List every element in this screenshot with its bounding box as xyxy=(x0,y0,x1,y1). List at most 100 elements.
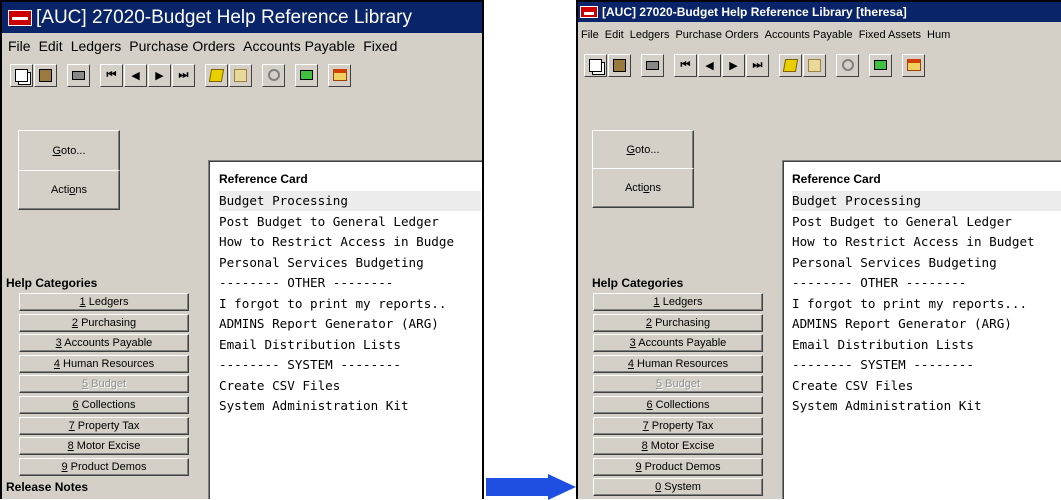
print-icon[interactable] xyxy=(67,63,90,87)
menu-item-file[interactable]: File xyxy=(580,29,604,41)
category-button-product-demos[interactable]: 9 Product Demos xyxy=(19,457,189,476)
reference-list-item[interactable]: Email Distribution Lists xyxy=(792,335,1061,355)
category-label: Budget xyxy=(88,378,127,391)
search-icon[interactable] xyxy=(262,63,285,87)
edit-icon[interactable] xyxy=(205,63,228,87)
reference-list-item[interactable]: System Administration Kit xyxy=(219,396,481,416)
goto-button[interactable]: Goto... xyxy=(592,130,694,170)
edit-disabled-icon[interactable] xyxy=(803,53,826,77)
menu-item-fixed[interactable]: Fixed xyxy=(361,38,403,54)
home-icon[interactable] xyxy=(902,53,925,77)
category-label: Budget xyxy=(662,378,701,391)
category-button-property-tax[interactable]: 7 Property Tax xyxy=(19,416,189,435)
reference-list-item[interactable]: System Administration Kit xyxy=(792,396,1061,416)
excel-icon-glyph xyxy=(300,70,313,80)
paste-icon-glyph xyxy=(39,68,52,82)
category-button-purchasing[interactable]: 2 Purchasing xyxy=(19,313,189,332)
excel-icon[interactable] xyxy=(295,63,318,87)
menu-item-ledgers[interactable]: Ledgers xyxy=(629,29,675,41)
menu-item-accounts-payable[interactable]: Accounts Payable xyxy=(764,29,858,41)
excel-icon[interactable] xyxy=(869,53,892,77)
actions-button[interactable]: Actions xyxy=(18,170,120,210)
category-button-motor-excise[interactable]: 8 Motor Excise xyxy=(593,437,763,456)
search-icon[interactable] xyxy=(836,53,859,77)
title-bar: [AUC] 27020-Budget Help Reference Librar… xyxy=(2,2,482,33)
reference-list-item[interactable]: I forgot to print my reports.. xyxy=(219,294,481,314)
reference-list-item[interactable]: I forgot to print my reports... xyxy=(792,294,1061,314)
home-icon-glyph xyxy=(332,69,347,81)
category-button-property-tax[interactable]: 7 Property Tax xyxy=(593,416,763,435)
edit-icon[interactable] xyxy=(779,53,802,77)
menu-item-purchase-orders[interactable]: Purchase Orders xyxy=(127,38,241,54)
previous-record-icon[interactable]: ◀ xyxy=(124,63,147,87)
reference-list-item[interactable]: ADMINS Report Generator (ARG) xyxy=(792,314,1061,334)
reference-list-item[interactable]: Personal Services Budgeting xyxy=(792,253,1061,273)
reference-list-item[interactable]: How to Restrict Access in Budge xyxy=(219,232,481,252)
category-button-budget: 5 Budget xyxy=(593,375,763,394)
first-record-icon[interactable]: ⏮ xyxy=(674,53,697,77)
reference-list-item[interactable]: -------- OTHER -------- xyxy=(219,273,481,293)
reference-list-item[interactable]: Post Budget to General Ledger xyxy=(219,212,481,232)
help-categories-heading: Help Categories xyxy=(6,276,98,290)
category-button-human-resources[interactable]: 4 Human Resources xyxy=(593,354,763,373)
menu-bar: File Edit Ledgers Purchase Orders Accounts P… xyxy=(578,22,1061,48)
category-button-collections[interactable]: 6 Collections xyxy=(19,396,189,414)
category-button-accounts-payable[interactable]: 3 Accounts Payable xyxy=(593,334,763,353)
edit-disabled-icon[interactable] xyxy=(229,63,252,87)
category-button-collections[interactable]: 6 Collections xyxy=(593,396,763,414)
paste-icon[interactable] xyxy=(608,53,631,77)
menu-item-edit[interactable]: Edit xyxy=(37,38,69,54)
copy-icon[interactable] xyxy=(10,63,33,87)
category-button-accounts-payable[interactable]: 3 Accounts Payable xyxy=(19,334,189,353)
menu-item-purchase-orders[interactable]: Purchase Orders xyxy=(674,29,763,41)
print-icon-glyph xyxy=(72,70,85,80)
menu-item-accounts-payable[interactable]: Accounts Payable xyxy=(241,38,361,54)
first-record-icon[interactable]: ⏮ xyxy=(100,63,123,87)
category-button-motor-excise[interactable]: 8 Motor Excise xyxy=(19,437,189,456)
reference-list-item[interactable]: Create CSV Files xyxy=(792,376,1061,396)
print-icon[interactable] xyxy=(641,53,664,77)
reference-list-item[interactable]: Create CSV Files xyxy=(219,376,481,396)
left-window: [AUC] 27020-Budget Help Reference Librar… xyxy=(0,0,484,499)
reference-list-item[interactable]: Personal Services Budgeting xyxy=(219,253,481,273)
category-label: Human Resources xyxy=(633,357,729,370)
reference-list-item[interactable]: Email Distribution Lists xyxy=(219,335,481,355)
reference-list-item[interactable]: Budget Processing xyxy=(219,191,481,211)
menu-item-hum[interactable]: Hum xyxy=(926,29,955,41)
next-record-icon[interactable]: ▶ xyxy=(148,63,171,87)
home-icon[interactable] xyxy=(328,63,351,87)
reference-list-item[interactable]: ADMINS Report Generator (ARG) xyxy=(219,314,481,334)
category-button-ledgers[interactable]: 1 Ledgers xyxy=(593,293,763,311)
reference-list-item[interactable]: Budget Processing xyxy=(792,191,1061,211)
reference-list-item[interactable]: -------- SYSTEM -------- xyxy=(219,355,481,375)
category-button-budget: 5 Budget xyxy=(19,375,189,394)
reference-list-item[interactable]: Post Budget to General Ledger xyxy=(792,212,1061,232)
menu-item-ledgers[interactable]: Ledgers xyxy=(69,38,128,54)
reference-list-item[interactable]: -------- SYSTEM -------- xyxy=(792,355,1061,375)
category-label: Collections xyxy=(78,399,136,411)
category-button-human-resources[interactable]: 4 Human Resources xyxy=(19,354,189,373)
actions-button[interactable]: Actions xyxy=(592,168,694,208)
menu-bar: File Edit Ledgers Purchase Orders Accounts P… xyxy=(2,33,482,58)
menu-item-file[interactable]: File xyxy=(6,38,37,54)
next-record-icon[interactable]: ▶ xyxy=(722,53,745,77)
category-label: Accounts Payable xyxy=(61,337,153,350)
category-button-ledgers[interactable]: 1 Ledgers xyxy=(19,293,189,311)
excel-icon-glyph xyxy=(874,60,887,70)
goto-button[interactable]: Goto... xyxy=(18,130,120,172)
reference-list-item[interactable]: -------- OTHER -------- xyxy=(792,273,1061,293)
last-record-icon[interactable]: ⏭ xyxy=(172,63,195,87)
category-button-purchasing[interactable]: 2 Purchasing xyxy=(593,313,763,332)
previous-record-icon[interactable]: ◀ xyxy=(698,53,721,77)
app-icon xyxy=(8,9,32,26)
menu-item-edit[interactable]: Edit xyxy=(604,29,629,41)
last-record-icon[interactable]: ⏭ xyxy=(746,53,769,77)
menu-item-fixed-assets[interactable]: Fixed Assets xyxy=(858,29,926,41)
category-label: Ledgers xyxy=(85,296,129,308)
paste-icon[interactable] xyxy=(34,63,57,87)
copy-icon[interactable] xyxy=(584,53,607,77)
category-button-product-demos[interactable]: 9 Product Demos xyxy=(593,457,763,476)
category-button-system[interactable]: 0 System xyxy=(593,478,763,497)
reference-list-item[interactable]: How to Restrict Access in Budget xyxy=(792,232,1061,252)
transition-arrow-icon xyxy=(486,474,576,500)
